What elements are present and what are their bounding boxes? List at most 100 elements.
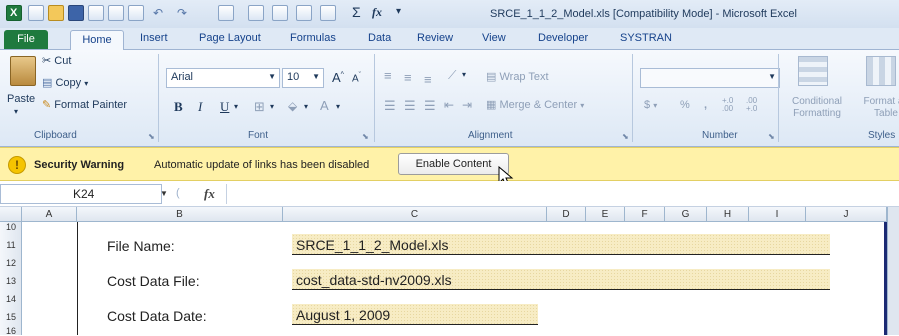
cost-data-date-cell[interactable]: August 1, 2009 [292,304,538,325]
column-header-e[interactable]: E [586,207,625,222]
wrap-text-icon: ▤ [486,71,497,83]
clipboard-launcher-icon[interactable]: ⬊ [148,132,155,141]
paste-dropdown-icon[interactable]: ▾ [14,107,18,116]
insert-function-button[interactable]: fx [204,186,215,202]
wrap-text-button[interactable]: ▤ Wrap Text [486,70,549,83]
orientation-dropdown-icon[interactable]: ▾ [462,70,466,79]
font-launcher-icon[interactable]: ⬊ [362,132,369,141]
underline-button[interactable]: U [220,99,229,115]
merge-center-button[interactable]: ▦ Merge & Center ▾ [486,98,584,111]
cost-data-file-cell[interactable]: cost_data-std-nv2009.xls [292,269,830,290]
row-header-13[interactable]: 13 [0,276,22,286]
orientation-icon[interactable]: ⟋ [448,68,456,83]
borders-icon[interactable] [218,5,234,21]
tab-insert[interactable]: Insert [140,32,168,44]
align-top-icon[interactable]: ≡ [384,68,392,83]
customize-toolbar-icon[interactable]: ▾ [396,6,401,17]
autosum-icon[interactable]: Σ [352,4,361,20]
column-header-f[interactable]: F [625,207,665,222]
increase-indent-icon[interactable]: ⇥ [462,98,472,112]
underline-dropdown-icon[interactable]: ▾ [234,102,238,111]
currency-button[interactable]: $ ▾ [644,99,657,111]
print-icon[interactable] [108,5,124,21]
insert-columns-icon[interactable] [320,5,336,21]
shrink-font-button[interactable]: Aˇ [352,72,361,84]
comma-button[interactable]: , [704,99,707,111]
font-size-select[interactable]: 10 ▼ [282,68,324,88]
italic-button[interactable]: I [198,99,202,115]
decrease-decimal-button[interactable]: .00 +.0 [746,97,766,113]
tab-data[interactable]: Data [368,32,391,44]
save-icon[interactable] [68,5,84,21]
paste-icon[interactable] [10,56,36,86]
tab-view[interactable]: View [482,32,506,44]
column-header-h[interactable]: H [707,207,749,222]
tab-file[interactable]: File [4,30,48,49]
align-left-icon[interactable]: ☰ [384,98,396,114]
number-format-select[interactable]: ▼ [640,68,780,88]
format-as-table-icon[interactable] [866,56,896,86]
bold-button[interactable]: B [174,99,183,115]
name-box[interactable]: K24 [0,184,162,204]
paste-button[interactable]: Paste [7,93,35,105]
row-header-14[interactable]: 14 [0,294,22,304]
format-as-table-button[interactable]: Format as Table [856,96,899,120]
quick-print-icon[interactable] [128,5,144,21]
formula-input[interactable] [226,184,899,204]
column-header-a[interactable]: A [22,207,77,222]
insert-rows-icon[interactable] [296,5,312,21]
grow-font-button[interactable]: A^ [332,70,344,85]
new-file-icon[interactable] [28,5,44,21]
undo-icon[interactable]: ↶ [153,6,163,20]
font-color-dropdown-icon[interactable]: ▾ [336,102,340,111]
tab-home[interactable]: Home [70,30,124,51]
borders-dropdown-icon[interactable]: ▾ [270,102,274,111]
alignment-launcher-icon[interactable]: ⬊ [622,132,629,141]
tab-formulas[interactable]: Formulas [290,32,336,44]
tab-developer[interactable]: Developer [538,32,588,44]
fill-color-dropdown-icon[interactable]: ▾ [304,102,308,111]
conditional-formatting-button[interactable]: Conditional Formatting [786,96,848,120]
format-painter-button[interactable]: ✎ Format Painter [42,98,127,111]
number-launcher-icon[interactable]: ⬊ [768,132,775,141]
column-header-d[interactable]: D [547,207,586,222]
column-header-b[interactable]: B [77,207,283,222]
worksheet-grid[interactable]: File Name: SRCE_1_1_2_Model.xls Cost Dat… [22,222,899,335]
insert-cells-icon[interactable] [248,5,264,21]
borders-icon[interactable]: ⊞ [254,99,265,115]
decrease-indent-icon[interactable]: ⇤ [444,98,454,112]
column-header-j[interactable]: J [806,207,887,222]
font-name-select[interactable]: Arial ▼ [166,68,280,88]
align-middle-icon[interactable]: ≡ [404,70,412,85]
row-header-10[interactable]: 10 [0,222,22,232]
select-all-corner[interactable] [0,207,22,222]
tab-page-layout[interactable]: Page Layout [199,32,261,44]
percent-button[interactable]: % [680,99,690,111]
column-header-c[interactable]: C [283,207,547,222]
insert-function-icon[interactable]: fx [372,5,382,20]
align-center-icon[interactable]: ☰ [404,98,416,114]
row-header-15[interactable]: 15 [0,312,22,322]
tab-systran[interactable]: SYSTRAN [620,32,672,44]
row-header-12[interactable]: 12 [0,258,22,268]
row-header-11[interactable]: 11 [0,240,22,250]
redo-icon[interactable]: ↷ [177,6,187,20]
column-header-g[interactable]: G [665,207,707,222]
increase-decimal-button[interactable]: +.0 .00 [722,97,742,113]
fill-color-icon[interactable]: ⬙ [288,99,297,113]
tab-review[interactable]: Review [417,32,453,44]
column-header-i[interactable]: I [749,207,806,222]
vertical-scroll-edge[interactable] [887,207,899,335]
conditional-formatting-icon[interactable] [798,56,828,86]
open-folder-icon[interactable] [48,5,64,21]
name-box-dropdown-icon[interactable]: ▼ [160,189,168,198]
cut-button[interactable]: ✂ Cut [42,54,71,67]
print-preview-icon[interactable] [88,5,104,21]
align-bottom-icon[interactable]: ≡ [424,72,432,87]
font-color-icon[interactable]: A [320,98,329,113]
delete-cells-icon[interactable] [272,5,288,21]
align-right-icon[interactable]: ☰ [424,98,436,114]
file-name-cell[interactable]: SRCE_1_1_2_Model.xls [292,234,830,255]
copy-button[interactable]: ▤ Copy ▾ [42,76,88,89]
enable-content-button[interactable]: Enable Content [398,153,509,175]
